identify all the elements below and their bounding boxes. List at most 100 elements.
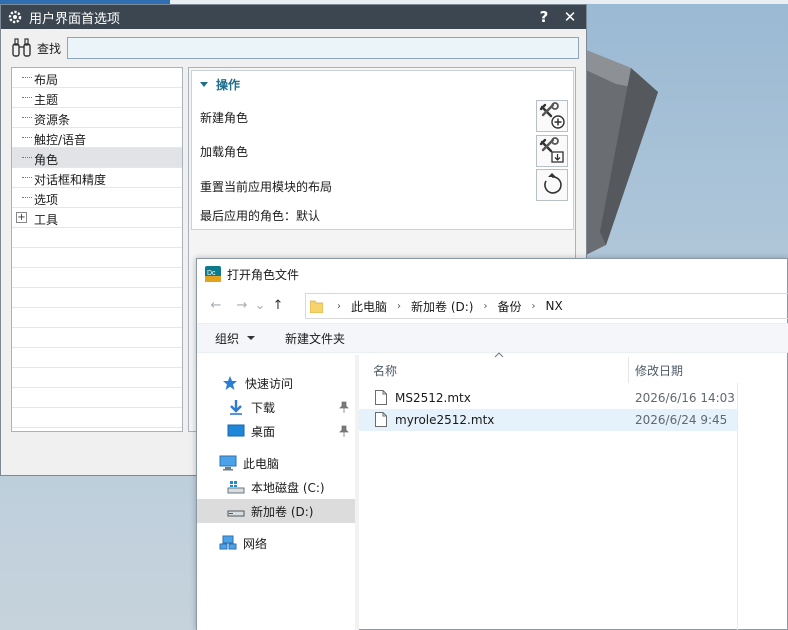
file-row[interactable]: MS2512.mtx 2026/6/16 14:03 bbox=[359, 387, 737, 409]
file-dialog-titlebar[interactable]: Dc 打开角色文件 bbox=[197, 259, 787, 289]
path-segment-backup[interactable]: 备份 bbox=[497, 298, 521, 315]
tree-connector bbox=[22, 177, 32, 178]
tools-load-icon bbox=[539, 137, 564, 163]
file-toolbar: 组织 新建文件夹 bbox=[197, 323, 788, 353]
actions-group-header[interactable]: 操作 bbox=[200, 76, 240, 93]
drive-windows-icon bbox=[227, 481, 245, 494]
path-separator[interactable]: › bbox=[483, 301, 487, 312]
tree-connector bbox=[22, 117, 32, 118]
tree-empty-row bbox=[12, 288, 182, 308]
new-role-button[interactable] bbox=[536, 100, 568, 132]
actions-group-title: 操作 bbox=[216, 78, 241, 92]
column-header-modified[interactable]: 修改日期 bbox=[635, 362, 683, 379]
path-segment-this-pc[interactable]: 此电脑 bbox=[351, 298, 387, 315]
organize-button[interactable]: 组织 bbox=[215, 330, 256, 347]
tree-item-tools[interactable]: + 工具 bbox=[12, 208, 182, 228]
nav-label: 此电脑 bbox=[243, 456, 280, 471]
tree-item-label: 选项 bbox=[34, 193, 59, 207]
sort-ascending-icon bbox=[494, 352, 504, 358]
column-header-name[interactable]: 名称 bbox=[373, 362, 397, 379]
app-icon: Dc bbox=[205, 266, 221, 282]
path-separator[interactable]: › bbox=[397, 301, 401, 312]
drive-icon bbox=[227, 510, 245, 517]
tree-empty-row bbox=[12, 308, 182, 328]
tree-connector bbox=[22, 157, 32, 158]
expand-icon[interactable]: + bbox=[16, 212, 27, 223]
network-icon bbox=[219, 535, 237, 550]
tree-item-touch-voice[interactable]: 触控/语音 bbox=[12, 128, 182, 148]
tree-empty-row bbox=[12, 248, 182, 268]
tree-item-dialog-precision[interactable]: 对话框和精度 bbox=[12, 168, 182, 188]
nav-local-disk-c[interactable]: 本地磁盘 (C:) bbox=[227, 475, 325, 499]
file-icon bbox=[375, 390, 387, 405]
binoculars-icon bbox=[12, 38, 31, 57]
path-separator[interactable]: › bbox=[337, 301, 341, 312]
file-row[interactable]: myrole2512.mtx 2026/6/24 9:45 bbox=[359, 409, 737, 431]
nav-network[interactable]: 网络 bbox=[219, 531, 267, 555]
navigation-bar: ← → ⌄ ↑ › 此电脑 › 新加卷 (D:) › 备份 › NX bbox=[197, 291, 788, 319]
nav-new-volume-d[interactable]: 新加卷 (D:) bbox=[197, 499, 355, 523]
tree-item-resource-bar[interactable]: 资源条 bbox=[12, 108, 182, 128]
nav-label: 网络 bbox=[243, 536, 268, 551]
nav-quick-access[interactable]: 快速访问 bbox=[221, 371, 293, 395]
reset-layout-button[interactable] bbox=[536, 169, 568, 201]
tree-item-label: 资源条 bbox=[34, 113, 71, 127]
file-list-header: 名称 修改日期 bbox=[359, 352, 788, 383]
tree-empty-row bbox=[12, 408, 182, 428]
file-list: 名称 修改日期 MS2512.mtx 2026/6/16 14:03 myrol… bbox=[359, 352, 788, 630]
file-icon bbox=[375, 412, 387, 427]
tree-empty-row bbox=[12, 348, 182, 368]
open-role-file-dialog: Dc 打开角色文件 ← → ⌄ ↑ › 此电脑 › 新加卷 (D:) › 备份 … bbox=[196, 258, 788, 630]
back-icon[interactable]: ← bbox=[205, 298, 227, 313]
nav-label: 桌面 bbox=[251, 424, 276, 439]
last-applied-role: 最后应用的角色：默认 bbox=[200, 209, 321, 223]
pin-icon[interactable] bbox=[339, 401, 349, 413]
navigation-pane: 快速访问 下载 桌面 此电脑 本地磁盘 (C:) 新加卷 (D:) 网络 bbox=[197, 355, 355, 630]
load-role-label: 加载角色 bbox=[200, 145, 249, 159]
tree-item-layout[interactable]: 布局 bbox=[12, 68, 182, 88]
find-label: 查找 bbox=[37, 41, 62, 56]
tree-connector bbox=[22, 97, 32, 98]
tree-item-theme[interactable]: 主题 bbox=[12, 88, 182, 108]
recent-locations-icon[interactable]: ⌄ bbox=[253, 298, 267, 313]
path-separator[interactable]: › bbox=[532, 301, 536, 312]
download-icon bbox=[230, 400, 242, 415]
tree-item-roles[interactable]: 角色 bbox=[12, 148, 182, 168]
file-modified: 2026/6/24 9:45 bbox=[635, 413, 728, 427]
folder-icon bbox=[310, 300, 323, 313]
pin-icon[interactable] bbox=[339, 425, 349, 437]
address-bar[interactable]: › 此电脑 › 新加卷 (D:) › 备份 › NX bbox=[305, 293, 788, 319]
new-role-label: 新建角色 bbox=[200, 111, 249, 125]
tree-empty-row bbox=[12, 268, 182, 288]
file-name: myrole2512.mtx bbox=[395, 413, 495, 427]
tree-connector bbox=[22, 137, 32, 138]
new-folder-button[interactable]: 新建文件夹 bbox=[285, 330, 345, 347]
svg-text:Dc: Dc bbox=[207, 270, 216, 277]
column-divider[interactable] bbox=[628, 357, 629, 383]
help-button[interactable]: ? bbox=[534, 8, 554, 26]
nav-label: 新加卷 (D:) bbox=[251, 504, 314, 519]
tree-item-label: 布局 bbox=[34, 73, 59, 87]
find-input[interactable] bbox=[67, 37, 579, 59]
nav-desktop[interactable]: 桌面 bbox=[227, 419, 275, 443]
path-segment-d-drive[interactable]: 新加卷 (D:) bbox=[411, 298, 473, 315]
load-role-button[interactable] bbox=[536, 135, 568, 167]
tree-connector bbox=[22, 77, 32, 78]
close-button[interactable]: ✕ bbox=[560, 8, 580, 26]
preferences-titlebar[interactable]: 用户界面首选项 ? ✕ bbox=[1, 5, 586, 29]
path-segment-nx[interactable]: NX bbox=[546, 299, 563, 313]
tree-item-label: 触控/语音 bbox=[34, 133, 87, 147]
up-folder-icon[interactable]: ↑ bbox=[267, 298, 289, 313]
tree-item-options[interactable]: 选项 bbox=[12, 188, 182, 208]
tree-item-label: 主题 bbox=[34, 93, 59, 107]
collapse-caret-icon[interactable] bbox=[200, 82, 208, 87]
nav-this-pc[interactable]: 此电脑 bbox=[219, 451, 279, 475]
nav-downloads[interactable]: 下载 bbox=[227, 395, 275, 419]
star-icon bbox=[223, 376, 237, 390]
desktop-icon bbox=[227, 424, 245, 437]
nav-label: 下载 bbox=[251, 400, 276, 415]
preferences-title: 用户界面首选项 bbox=[29, 11, 121, 27]
forward-icon[interactable]: → bbox=[231, 298, 253, 313]
file-dialog-title: 打开角色文件 bbox=[227, 267, 300, 282]
gear-icon bbox=[8, 10, 22, 24]
